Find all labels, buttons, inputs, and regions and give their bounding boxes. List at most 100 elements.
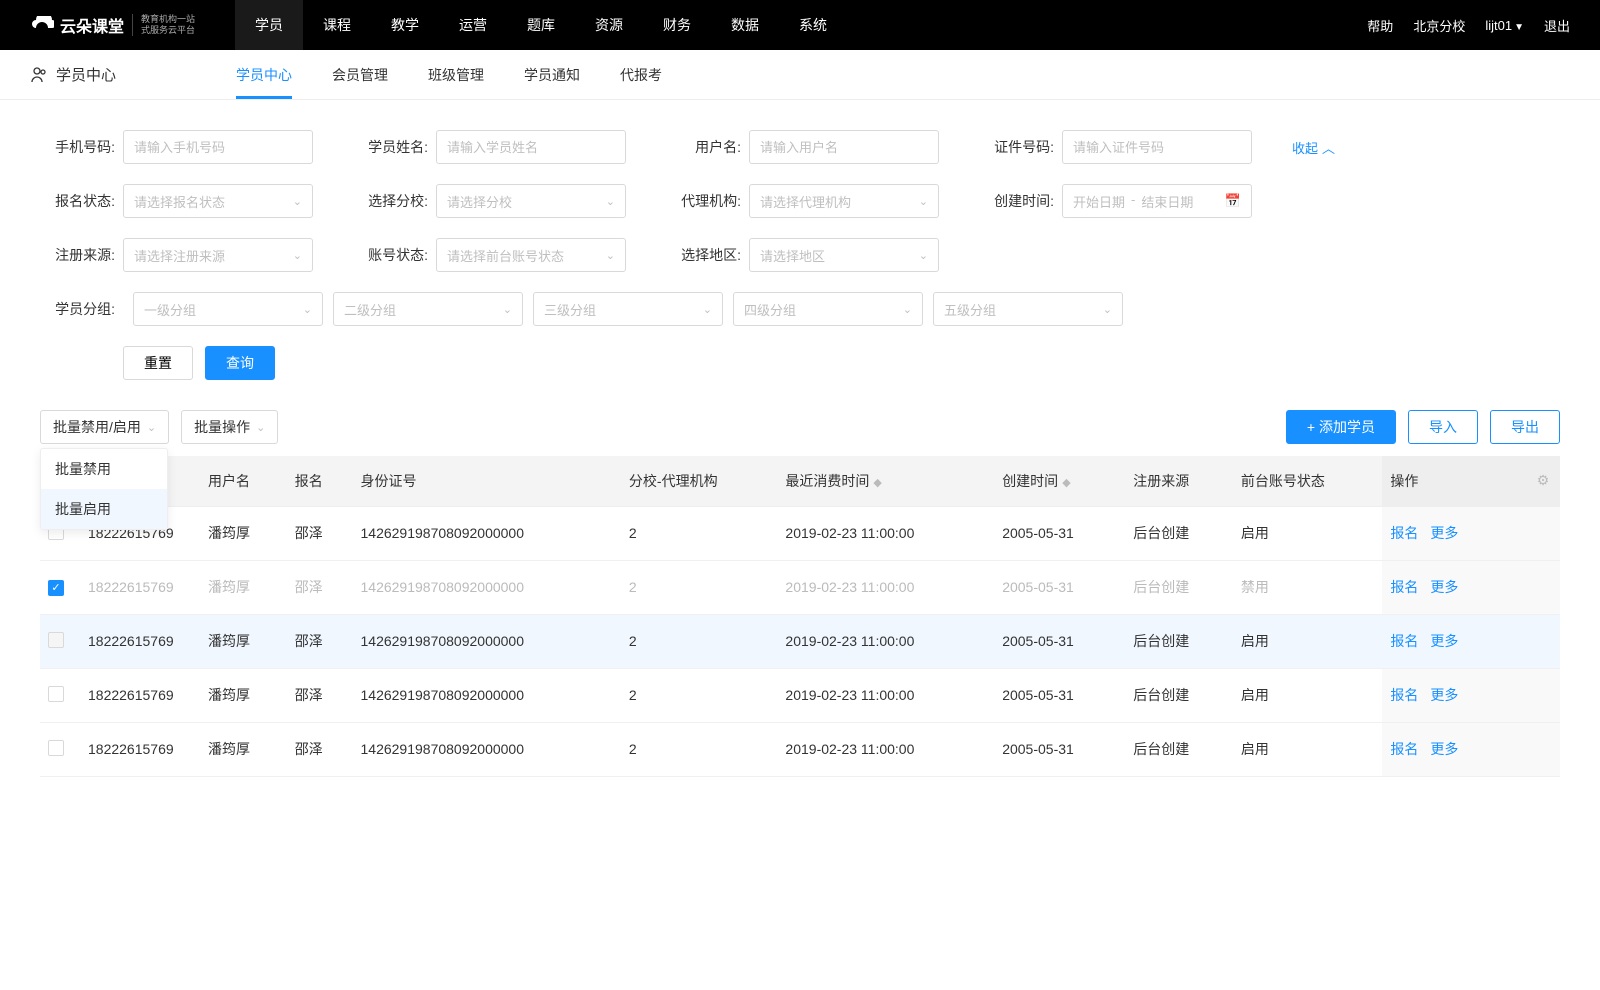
cell-username: 潘筠厚 [200, 722, 287, 776]
row-checkbox[interactable] [48, 686, 64, 702]
search-button[interactable]: 查询 [205, 346, 275, 380]
cell-branch: 2 [621, 614, 778, 668]
batch-disable-item[interactable]: 批量禁用 [41, 449, 167, 489]
cell-username: 潘筠厚 [200, 668, 287, 722]
sub-nav-item-2[interactable]: 班级管理 [428, 50, 484, 99]
more-link[interactable]: 更多 [1430, 579, 1458, 595]
group-select-1[interactable]: 一级分组⌄ [133, 292, 323, 326]
cell-status: 启用 [1233, 668, 1383, 722]
enroll-status-select[interactable]: 请选择报名状态⌄ [123, 184, 313, 218]
nav-item-8[interactable]: 系统 [779, 0, 847, 50]
nav-item-6[interactable]: 财务 [643, 0, 711, 50]
chevron-down-icon: ⌄ [147, 421, 156, 434]
sub-nav-item-3[interactable]: 学员通知 [524, 50, 580, 99]
brand-sub: 教育机构一站式服务云平台 [132, 14, 195, 36]
region-select[interactable]: 请选择地区⌄ [749, 238, 939, 272]
cell-id: 142629198708092000000 [353, 506, 621, 560]
nav-item-5[interactable]: 资源 [575, 0, 643, 50]
group-select-4[interactable]: 四级分组⌄ [733, 292, 923, 326]
nav-item-0[interactable]: 学员 [235, 0, 303, 50]
cell-id: 142629198708092000000 [353, 614, 621, 668]
logout-link[interactable]: 退出 [1544, 16, 1570, 35]
more-link[interactable]: 更多 [1430, 633, 1458, 649]
chevron-down-icon: ⌄ [303, 303, 312, 316]
cell-branch: 2 [621, 722, 778, 776]
cell-enroll: 邵泽 [287, 668, 353, 722]
nav-item-2[interactable]: 教学 [371, 0, 439, 50]
sub-nav-item-0[interactable]: 学员中心 [236, 50, 292, 99]
idnum-label: 证件号码: [979, 137, 1054, 157]
group-label: 学员分组: [40, 292, 115, 326]
cell-phone: 18222615769 [80, 668, 200, 722]
user-menu[interactable]: lijt01▼ [1485, 18, 1524, 33]
reg-source-select[interactable]: 请选择注册来源⌄ [123, 238, 313, 272]
group-select-5[interactable]: 五级分组⌄ [933, 292, 1123, 326]
nav-item-7[interactable]: 数据 [711, 0, 779, 50]
branch-select[interactable]: 请选择分校⌄ [436, 184, 626, 218]
nav-item-1[interactable]: 课程 [303, 0, 371, 50]
sort-icon: ◆ [873, 477, 881, 489]
sub-nav-items: 学员中心会员管理班级管理学员通知代报考 [236, 50, 662, 99]
sub-nav-item-4[interactable]: 代报考 [620, 50, 662, 99]
group-select-2[interactable]: 二级分组⌄ [333, 292, 523, 326]
account-status-select[interactable]: 请选择前台账号状态⌄ [436, 238, 626, 272]
cell-enroll: 邵泽 [287, 614, 353, 668]
cell-source: 后台创建 [1125, 722, 1233, 776]
export-button[interactable]: 导出 [1490, 410, 1560, 444]
batch-enable-item[interactable]: 批量启用 [41, 489, 167, 529]
branch-link[interactable]: 北京分校 [1413, 16, 1465, 35]
help-link[interactable]: 帮助 [1367, 16, 1393, 35]
col-ops: 操作 [1382, 456, 1526, 506]
row-checkbox[interactable]: ✓ [48, 580, 64, 596]
import-button[interactable]: 导入 [1408, 410, 1478, 444]
more-link[interactable]: 更多 [1430, 687, 1458, 703]
name-input[interactable] [436, 130, 626, 164]
enroll-link[interactable]: 报名 [1390, 687, 1418, 703]
calendar-icon: 📅 [1225, 193, 1241, 209]
sub-nav-item-1[interactable]: 会员管理 [332, 50, 388, 99]
col-last-spend[interactable]: 最近消费时间◆ [777, 456, 994, 506]
cell-last-spend: 2019-02-23 11:00:00 [777, 614, 994, 668]
phone-input[interactable] [123, 130, 313, 164]
gear-icon[interactable]: ⚙ [1537, 472, 1550, 488]
row-checkbox[interactable] [48, 632, 64, 648]
batch-ops-dropdown[interactable]: 批量操作⌄ [181, 410, 278, 444]
cell-last-spend: 2019-02-23 11:00:00 [777, 560, 994, 614]
logo-icon [30, 16, 54, 34]
more-link[interactable]: 更多 [1430, 525, 1458, 541]
more-link[interactable]: 更多 [1430, 741, 1458, 757]
create-time-range[interactable]: 开始日期-结束日期📅 [1062, 184, 1252, 218]
cell-username: 潘筠厚 [200, 560, 287, 614]
username-input[interactable] [749, 130, 939, 164]
reg-source-label: 注册来源: [40, 245, 115, 265]
nav-item-3[interactable]: 运营 [439, 0, 507, 50]
cell-ops: 报名更多 [1382, 668, 1526, 722]
row-checkbox[interactable] [48, 740, 64, 756]
col-create-time[interactable]: 创建时间◆ [994, 456, 1125, 506]
chevron-down-icon: ⌄ [903, 303, 912, 316]
cell-id: 142629198708092000000 [353, 560, 621, 614]
table-row: 18222615769潘筠厚邵泽142629198708092000000220… [40, 506, 1560, 560]
cell-phone: 18222615769 [80, 722, 200, 776]
enroll-link[interactable]: 报名 [1390, 579, 1418, 595]
enroll-link[interactable]: 报名 [1390, 633, 1418, 649]
cell-phone: 18222615769 [80, 560, 200, 614]
enroll-link[interactable]: 报名 [1390, 741, 1418, 757]
agency-select[interactable]: 请选择代理机构⌄ [749, 184, 939, 218]
idnum-input[interactable] [1062, 130, 1252, 164]
collapse-toggle[interactable]: 收起︿ [1292, 138, 1335, 157]
reset-button[interactable]: 重置 [123, 346, 193, 380]
batch-toggle-dropdown[interactable]: 批量禁用/启用⌄ [40, 410, 169, 444]
nav-item-4[interactable]: 题库 [507, 0, 575, 50]
cell-ops: 报名更多 [1382, 506, 1526, 560]
chevron-down-icon: ⌄ [1103, 303, 1112, 316]
logo: 云朵课堂 教育机构一站式服务云平台 [30, 13, 195, 37]
enroll-link[interactable]: 报名 [1390, 525, 1418, 541]
cell-last-spend: 2019-02-23 11:00:00 [777, 722, 994, 776]
cell-create: 2005-05-31 [994, 614, 1125, 668]
cell-username: 潘筠厚 [200, 614, 287, 668]
cell-branch: 2 [621, 506, 778, 560]
cell-last-spend: 2019-02-23 11:00:00 [777, 506, 994, 560]
add-student-button[interactable]: + 添加学员 [1286, 410, 1396, 444]
group-select-3[interactable]: 三级分组⌄ [533, 292, 723, 326]
